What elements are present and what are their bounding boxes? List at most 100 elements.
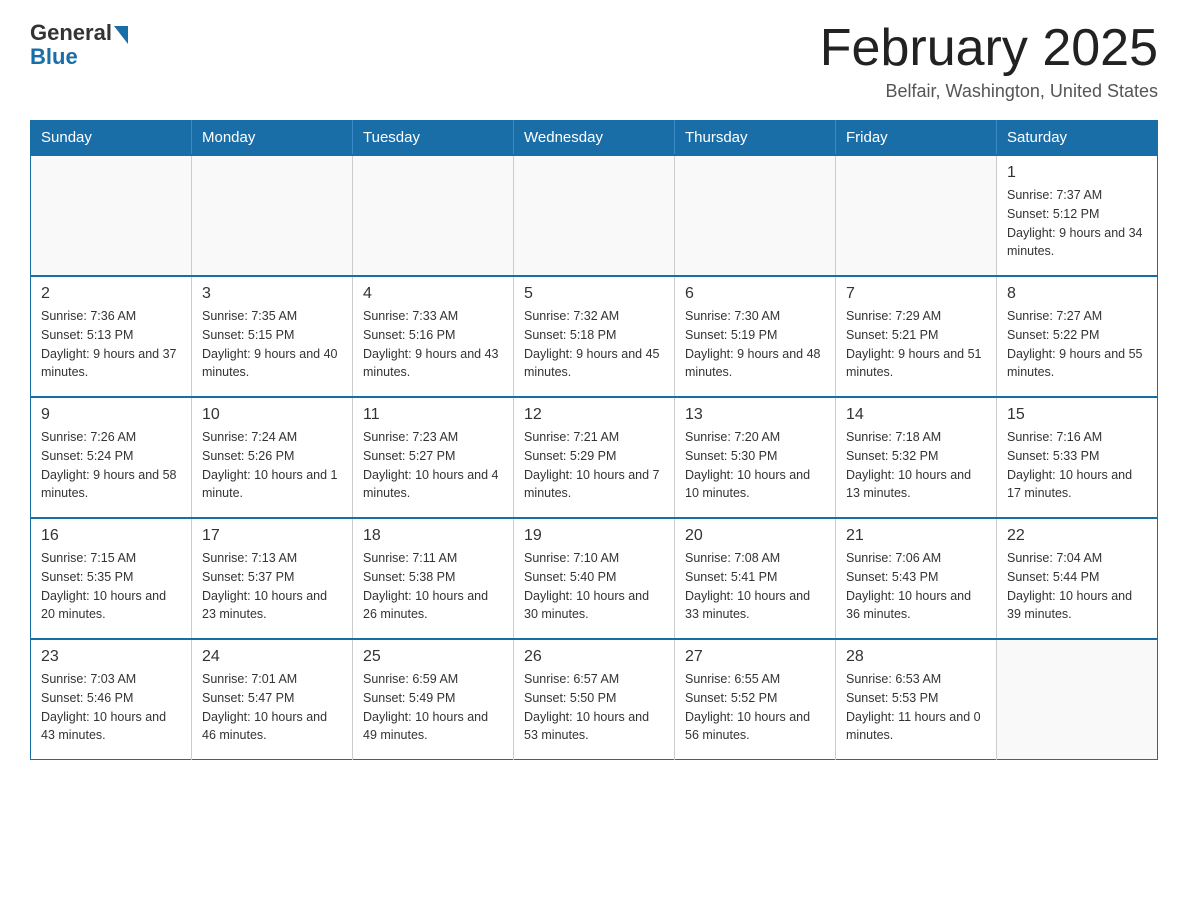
calendar-cell: 12Sunrise: 7:21 AMSunset: 5:29 PMDayligh… xyxy=(514,397,675,518)
calendar-cell xyxy=(514,155,675,276)
calendar-cell: 7 Sunrise: 7:29 AMSunset: 5:21 PMDaylight… xyxy=(836,276,997,397)
day-info: Sunrise: 6:57 AMSunset: 5:50 PMDaylight:… xyxy=(524,670,664,745)
header-thursday: Thursday xyxy=(675,121,836,156)
header-wednesday: Wednesday xyxy=(514,121,675,156)
day-number: 2 xyxy=(41,285,181,303)
header-saturday: Saturday xyxy=(997,121,1158,156)
calendar-cell: 21Sunrise: 7:06 AMSunset: 5:43 PMDayligh… xyxy=(836,518,997,639)
day-number: 15 xyxy=(1007,406,1147,424)
calendar-header-row: Sunday Monday Tuesday Wednesday Thursday… xyxy=(31,121,1158,156)
day-number: 12 xyxy=(524,406,664,424)
calendar-cell: 24 Sunrise: 7:01 AMSunset: 5:47 PMDayligh… xyxy=(192,639,353,760)
day-number: 27 xyxy=(685,648,825,666)
day-number: 5 xyxy=(524,285,664,303)
calendar-cell: 5 Sunrise: 7:32 AMSunset: 5:18 PMDaylight… xyxy=(514,276,675,397)
calendar-cell: 17 Sunrise: 7:13 AMSunset: 5:37 PMDayligh… xyxy=(192,518,353,639)
calendar-cell: 18Sunrise: 7:11 AMSunset: 5:38 PMDayligh… xyxy=(353,518,514,639)
day-info: Sunrise: 7:27 AMSunset: 5:22 PMDaylight:… xyxy=(1007,307,1147,382)
day-info: Sunrise: 6:55 AMSunset: 5:52 PMDaylight:… xyxy=(685,670,825,745)
header-sunday: Sunday xyxy=(31,121,192,156)
day-number: 19 xyxy=(524,527,664,545)
calendar-cell: 13 Sunrise: 7:20 AMSunset: 5:30 PMDayligh… xyxy=(675,397,836,518)
location: Belfair, Washington, United States xyxy=(820,81,1158,102)
day-info: Sunrise: 7:26 AMSunset: 5:24 PMDaylight:… xyxy=(41,428,181,503)
day-number: 22 xyxy=(1007,527,1147,545)
calendar-cell: 15 Sunrise: 7:16 AMSunset: 5:33 PMDayligh… xyxy=(997,397,1158,518)
calendar-cell: 16 Sunrise: 7:15 AMSunset: 5:35 PMDayligh… xyxy=(31,518,192,639)
header-monday: Monday xyxy=(192,121,353,156)
day-info: Sunrise: 7:18 AMSunset: 5:32 PMDaylight:… xyxy=(846,428,986,503)
day-number: 28 xyxy=(846,648,986,666)
calendar-cell: 14 Sunrise: 7:18 AMSunset: 5:32 PMDayligh… xyxy=(836,397,997,518)
calendar-table: Sunday Monday Tuesday Wednesday Thursday… xyxy=(30,120,1158,760)
week-row-3: 9 Sunrise: 7:26 AMSunset: 5:24 PMDaylight… xyxy=(31,397,1158,518)
calendar-cell: 27 Sunrise: 6:55 AMSunset: 5:52 PMDayligh… xyxy=(675,639,836,760)
calendar-cell: 4 Sunrise: 7:33 AMSunset: 5:16 PMDaylight… xyxy=(353,276,514,397)
day-number: 3 xyxy=(202,285,342,303)
day-info: Sunrise: 6:59 AMSunset: 5:49 PMDaylight:… xyxy=(363,670,503,745)
day-number: 10 xyxy=(202,406,342,424)
logo-arrow-icon xyxy=(114,26,128,44)
day-number: 7 xyxy=(846,285,986,303)
day-info: Sunrise: 7:32 AMSunset: 5:18 PMDaylight:… xyxy=(524,307,664,382)
day-number: 1 xyxy=(1007,164,1147,182)
day-info: Sunrise: 7:24 AMSunset: 5:26 PMDaylight:… xyxy=(202,428,342,503)
calendar-cell: 3 Sunrise: 7:35 AMSunset: 5:15 PMDaylight… xyxy=(192,276,353,397)
day-info: Sunrise: 7:33 AMSunset: 5:16 PMDaylight:… xyxy=(363,307,503,382)
day-number: 18 xyxy=(363,527,503,545)
calendar-cell xyxy=(675,155,836,276)
calendar-cell: 25 Sunrise: 6:59 AMSunset: 5:49 PMDayligh… xyxy=(353,639,514,760)
day-number: 9 xyxy=(41,406,181,424)
day-info: Sunrise: 6:53 AMSunset: 5:53 PMDaylight:… xyxy=(846,670,986,745)
day-number: 6 xyxy=(685,285,825,303)
calendar-cell: 28 Sunrise: 6:53 AMSunset: 5:53 PMDayligh… xyxy=(836,639,997,760)
calendar-cell: 22 Sunrise: 7:04 AMSunset: 5:44 PMDayligh… xyxy=(997,518,1158,639)
day-info: Sunrise: 7:37 AMSunset: 5:12 PMDaylight:… xyxy=(1007,186,1147,261)
header-tuesday: Tuesday xyxy=(353,121,514,156)
calendar-cell: 20 Sunrise: 7:08 AMSunset: 5:41 PMDayligh… xyxy=(675,518,836,639)
calendar-cell: 10 Sunrise: 7:24 AMSunset: 5:26 PMDayligh… xyxy=(192,397,353,518)
day-info: Sunrise: 7:10 AMSunset: 5:40 PMDaylight:… xyxy=(524,549,664,624)
day-number: 11 xyxy=(363,406,503,424)
day-info: Sunrise: 7:01 AMSunset: 5:47 PMDaylight:… xyxy=(202,670,342,745)
day-number: 13 xyxy=(685,406,825,424)
day-info: Sunrise: 7:13 AMSunset: 5:37 PMDaylight:… xyxy=(202,549,342,624)
day-info: Sunrise: 7:16 AMSunset: 5:33 PMDaylight:… xyxy=(1007,428,1147,503)
week-row-2: 2 Sunrise: 7:36 AMSunset: 5:13 PMDaylight… xyxy=(31,276,1158,397)
day-info: Sunrise: 7:15 AMSunset: 5:35 PMDaylight:… xyxy=(41,549,181,624)
day-info: Sunrise: 7:03 AMSunset: 5:46 PMDaylight:… xyxy=(41,670,181,745)
day-number: 8 xyxy=(1007,285,1147,303)
day-info: Sunrise: 7:23 AMSunset: 5:27 PMDaylight:… xyxy=(363,428,503,503)
calendar-cell xyxy=(192,155,353,276)
day-info: Sunrise: 7:04 AMSunset: 5:44 PMDaylight:… xyxy=(1007,549,1147,624)
calendar-cell: 8 Sunrise: 7:27 AMSunset: 5:22 PMDaylight… xyxy=(997,276,1158,397)
logo-general-text: General xyxy=(30,20,112,46)
day-number: 26 xyxy=(524,648,664,666)
day-info: Sunrise: 7:08 AMSunset: 5:41 PMDaylight:… xyxy=(685,549,825,624)
day-info: Sunrise: 7:20 AMSunset: 5:30 PMDaylight:… xyxy=(685,428,825,503)
calendar-cell: 26 Sunrise: 6:57 AMSunset: 5:50 PMDayligh… xyxy=(514,639,675,760)
calendar-cell xyxy=(836,155,997,276)
calendar-cell: 2 Sunrise: 7:36 AMSunset: 5:13 PMDaylight… xyxy=(31,276,192,397)
day-number: 4 xyxy=(363,285,503,303)
day-info: Sunrise: 7:30 AMSunset: 5:19 PMDaylight:… xyxy=(685,307,825,382)
calendar-cell: 1 Sunrise: 7:37 AMSunset: 5:12 PMDaylight… xyxy=(997,155,1158,276)
day-number: 17 xyxy=(202,527,342,545)
header-friday: Friday xyxy=(836,121,997,156)
day-number: 24 xyxy=(202,648,342,666)
calendar-cell: 11 Sunrise: 7:23 AMSunset: 5:27 PMDayligh… xyxy=(353,397,514,518)
calendar-cell: 9 Sunrise: 7:26 AMSunset: 5:24 PMDaylight… xyxy=(31,397,192,518)
title-area: February 2025 Belfair, Washington, Unite… xyxy=(820,20,1158,102)
day-number: 20 xyxy=(685,527,825,545)
day-info: Sunrise: 7:29 AMSunset: 5:21 PMDaylight:… xyxy=(846,307,986,382)
day-number: 25 xyxy=(363,648,503,666)
day-info: Sunrise: 7:35 AMSunset: 5:15 PMDaylight:… xyxy=(202,307,342,382)
day-number: 14 xyxy=(846,406,986,424)
day-number: 16 xyxy=(41,527,181,545)
week-row-1: 1 Sunrise: 7:37 AMSunset: 5:12 PMDaylight… xyxy=(31,155,1158,276)
calendar-cell: 23Sunrise: 7:03 AMSunset: 5:46 PMDayligh… xyxy=(31,639,192,760)
day-info: Sunrise: 7:06 AMSunset: 5:43 PMDaylight:… xyxy=(846,549,986,624)
month-title: February 2025 xyxy=(820,20,1158,77)
day-info: Sunrise: 7:36 AMSunset: 5:13 PMDaylight:… xyxy=(41,307,181,382)
week-row-4: 16 Sunrise: 7:15 AMSunset: 5:35 PMDayligh… xyxy=(31,518,1158,639)
